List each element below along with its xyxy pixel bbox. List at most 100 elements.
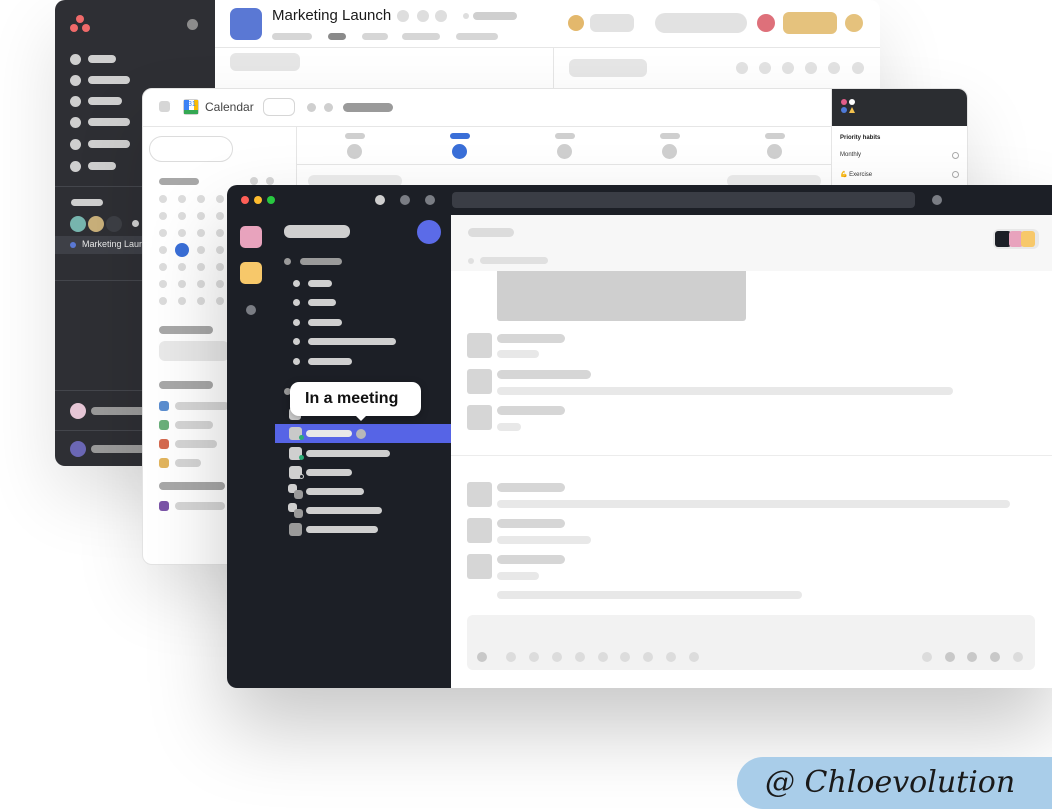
nav-item[interactable]	[88, 140, 130, 148]
calendar-checkbox[interactable]	[159, 458, 169, 468]
add-workspace-icon[interactable]	[246, 305, 256, 315]
mini-calendar-grid[interactable]	[159, 195, 229, 305]
day-number[interactable]	[767, 144, 782, 159]
search-people-input[interactable]	[159, 341, 229, 361]
format-icon[interactable]	[689, 652, 699, 662]
nav-item[interactable]	[88, 55, 116, 63]
back-icon[interactable]	[400, 195, 410, 205]
tab-timeline[interactable]	[402, 33, 440, 40]
format-icon[interactable]	[529, 652, 539, 662]
workspace-icon[interactable]	[240, 262, 262, 284]
collapse-icon[interactable]	[187, 19, 198, 30]
mini-calendar-day[interactable]	[216, 246, 224, 254]
image-attachment[interactable]	[497, 271, 746, 321]
calendar-checkbox[interactable]	[159, 401, 169, 411]
next-icon[interactable]	[324, 103, 333, 112]
nav-item[interactable]	[88, 76, 130, 84]
dm-item[interactable]	[306, 450, 390, 457]
mini-calendar-day[interactable]	[197, 297, 205, 305]
mini-calendar-day[interactable]	[197, 195, 205, 203]
mini-calendar-day[interactable]	[216, 195, 224, 203]
mini-calendar-day[interactable]	[159, 195, 167, 203]
message-author[interactable]	[497, 406, 565, 415]
format-icon[interactable]	[506, 652, 516, 662]
mini-calendar-day[interactable]	[197, 280, 205, 288]
message-avatar[interactable]	[467, 554, 492, 579]
format-icon[interactable]	[575, 652, 585, 662]
help-icon[interactable]	[932, 195, 942, 205]
toolbar-icon[interactable]	[805, 62, 817, 74]
mini-calendar-day[interactable]	[178, 280, 186, 288]
mini-calendar-day[interactable]	[159, 263, 167, 271]
forward-icon[interactable]	[425, 195, 435, 205]
mini-calendar-day[interactable]	[197, 263, 205, 271]
dm-item[interactable]	[306, 469, 352, 476]
send-icon[interactable]	[1013, 652, 1023, 662]
message-avatar[interactable]	[467, 518, 492, 543]
habit-check-icon[interactable]	[952, 171, 959, 178]
mini-calendar-day[interactable]	[178, 297, 186, 305]
message-author[interactable]	[497, 555, 565, 564]
workspace-avatar[interactable]	[70, 441, 86, 457]
format-icon[interactable]	[643, 652, 653, 662]
mini-calendar-day[interactable]	[216, 263, 224, 271]
mini-calendar-day[interactable]	[216, 229, 224, 237]
member-avatar[interactable]	[568, 15, 584, 31]
create-button[interactable]	[149, 136, 233, 162]
menu-icon[interactable]	[159, 101, 170, 112]
format-icon[interactable]	[666, 652, 676, 662]
search-input[interactable]	[452, 192, 915, 208]
toolbar-icon[interactable]	[782, 62, 794, 74]
mini-calendar-day[interactable]	[178, 195, 186, 203]
dm-item[interactable]	[306, 507, 382, 514]
mini-calendar-day[interactable]	[159, 297, 167, 305]
toolbar-icon[interactable]	[759, 62, 771, 74]
mini-next-icon[interactable]	[266, 177, 274, 185]
message-avatar[interactable]	[467, 405, 492, 430]
calendar-checkbox[interactable]	[159, 501, 169, 511]
today-button[interactable]	[263, 98, 295, 116]
channel-item[interactable]	[308, 319, 342, 326]
mini-calendar-day[interactable]	[197, 246, 205, 254]
member-avatar[interactable]	[106, 216, 122, 232]
minimize-window-button[interactable]	[254, 196, 262, 204]
calendar-checkbox[interactable]	[159, 439, 169, 449]
message-author[interactable]	[497, 334, 565, 343]
member-avatar[interactable]	[88, 216, 104, 232]
workspace-name[interactable]	[284, 225, 350, 238]
dm-item[interactable]	[306, 488, 364, 495]
message-avatar[interactable]	[467, 482, 492, 507]
emoji-icon[interactable]	[945, 652, 955, 662]
mention-icon[interactable]	[922, 652, 932, 662]
mini-calendar-day[interactable]	[178, 263, 186, 271]
day-number[interactable]	[347, 144, 362, 159]
message-author[interactable]	[497, 483, 565, 492]
mini-calendar-day[interactable]	[159, 229, 167, 237]
more-icon[interactable]	[132, 220, 139, 227]
caret-icon[interactable]	[284, 258, 291, 265]
format-icon[interactable]	[598, 652, 608, 662]
mini-calendar-day[interactable]	[216, 297, 224, 305]
day-number[interactable]	[557, 144, 572, 159]
close-window-button[interactable]	[241, 196, 249, 204]
attach-icon[interactable]	[477, 652, 487, 662]
nav-item[interactable]	[88, 162, 116, 170]
member-avatar[interactable]	[70, 216, 86, 232]
habit-check-icon[interactable]	[952, 152, 959, 159]
user-avatar[interactable]	[757, 14, 775, 32]
message-composer[interactable]	[467, 615, 1035, 670]
toolbar-icon[interactable]	[736, 62, 748, 74]
info-icon[interactable]	[417, 10, 429, 22]
tab-board[interactable]	[362, 33, 388, 40]
audio-icon[interactable]	[990, 652, 1000, 662]
mini-calendar-day[interactable]	[159, 280, 167, 288]
mini-calendar-day[interactable]	[178, 212, 186, 220]
calendar-checkbox[interactable]	[159, 420, 169, 430]
compose-button[interactable]	[417, 220, 441, 244]
status-label[interactable]	[473, 12, 517, 20]
add-task-button[interactable]	[230, 53, 300, 71]
mini-calendar-day[interactable]	[216, 280, 224, 288]
mini-calendar-day[interactable]	[159, 212, 167, 220]
message-avatar[interactable]	[467, 369, 492, 394]
mini-calendar-day[interactable]	[178, 229, 186, 237]
